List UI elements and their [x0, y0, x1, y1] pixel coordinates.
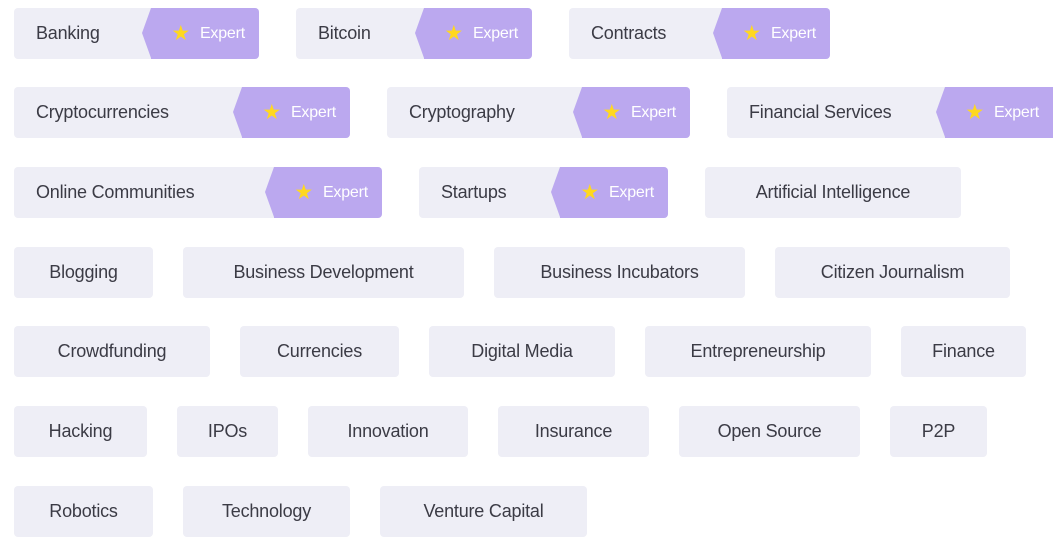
star-icon: ★ — [294, 180, 313, 204]
badge-label: Expert — [770, 24, 816, 42]
tag-venture-capital[interactable]: Venture Capital — [380, 486, 587, 537]
tag-robotics[interactable]: Robotics — [14, 486, 153, 537]
tag-startups[interactable]: Startups ★ Expert — [419, 167, 668, 218]
expert-badge: ★ Expert — [265, 167, 382, 218]
tag-currencies[interactable]: Currencies — [240, 326, 399, 377]
expert-badge: ★ Expert — [142, 8, 259, 59]
tag-finance[interactable]: Finance — [901, 326, 1026, 377]
tag-label: Bitcoin — [318, 23, 371, 43]
tag-banking[interactable]: Banking ★ Expert — [14, 8, 259, 59]
tag-innovation[interactable]: Innovation — [308, 406, 468, 457]
tag-label: P2P — [921, 421, 956, 441]
expert-badge: ★ Expert — [936, 87, 1053, 138]
star-icon: ★ — [444, 21, 463, 45]
tag-label: Currencies — [276, 341, 363, 361]
badge-label: Expert — [199, 24, 245, 42]
badge-label: Expert — [472, 24, 518, 42]
tag-artificial-intelligence[interactable]: Artificial Intelligence — [705, 167, 961, 218]
tag-label: Banking — [36, 23, 100, 43]
tag-label: Venture Capital — [423, 501, 544, 521]
tag-insurance[interactable]: Insurance — [498, 406, 649, 457]
tag-label: Citizen Journalism — [820, 262, 965, 282]
expert-badge: ★ Expert — [713, 8, 830, 59]
tag-online-communities[interactable]: Online Communities ★ Expert — [14, 167, 382, 218]
tag-label: Contracts — [591, 23, 667, 43]
expert-badge: ★ Expert — [551, 167, 668, 218]
tag-label: Innovation — [347, 421, 429, 441]
tag-label: Insurance — [534, 421, 613, 441]
tag-technology[interactable]: Technology — [183, 486, 350, 537]
tag-crowdfunding[interactable]: Crowdfunding — [14, 326, 210, 377]
badge-label: Expert — [322, 183, 368, 201]
tag-label: Finance — [932, 341, 995, 361]
tag-label: Business Incubators — [540, 262, 699, 282]
tag-open-source[interactable]: Open Source — [679, 406, 860, 457]
tag-label: Digital Media — [471, 341, 573, 361]
tag-entrepreneurship[interactable]: Entrepreneurship — [645, 326, 871, 377]
tag-label: Open Source — [717, 421, 822, 441]
tag-business-development[interactable]: Business Development — [183, 247, 464, 298]
tag-contracts[interactable]: Contracts ★ Expert — [569, 8, 830, 59]
tag-cryptography[interactable]: Cryptography ★ Expert — [387, 87, 690, 138]
expert-badge: ★ Expert — [233, 87, 350, 138]
tag-label: Startups — [441, 182, 507, 202]
tag-citizen-journalism[interactable]: Citizen Journalism — [775, 247, 1010, 298]
tag-label: Entrepreneurship — [690, 341, 826, 361]
badge-label: Expert — [993, 103, 1039, 121]
star-icon: ★ — [742, 21, 761, 45]
tag-cryptocurrencies[interactable]: Cryptocurrencies ★ Expert — [14, 87, 350, 138]
tag-financial-services[interactable]: Financial Services ★ Expert — [727, 87, 1053, 138]
badge-label: Expert — [608, 183, 654, 201]
expert-badge: ★ Expert — [573, 87, 690, 138]
tag-label: Crowdfunding — [57, 341, 167, 361]
star-icon: ★ — [965, 100, 984, 124]
tag-p2p[interactable]: P2P — [890, 406, 987, 457]
tag-label: Technology — [221, 501, 312, 521]
badge-label: Expert — [630, 103, 676, 121]
tag-label: Robotics — [49, 501, 118, 521]
tag-label: Hacking — [48, 421, 113, 441]
tag-label: Cryptography — [409, 102, 515, 122]
tag-label: Online Communities — [36, 182, 195, 202]
tag-label: Cryptocurrencies — [36, 102, 169, 122]
star-icon: ★ — [580, 180, 599, 204]
badge-label: Expert — [290, 103, 336, 121]
tag-label: Financial Services — [749, 102, 892, 122]
tag-label: Artificial Intelligence — [755, 182, 911, 202]
star-icon: ★ — [262, 100, 281, 124]
tag-hacking[interactable]: Hacking — [14, 406, 147, 457]
tag-blogging[interactable]: Blogging — [14, 247, 153, 298]
tag-label: IPOs — [207, 421, 248, 441]
star-icon: ★ — [602, 100, 621, 124]
tag-label: Blogging — [49, 262, 118, 282]
tag-ipos[interactable]: IPOs — [177, 406, 278, 457]
star-icon: ★ — [171, 21, 190, 45]
tag-digital-media[interactable]: Digital Media — [429, 326, 615, 377]
expert-badge: ★ Expert — [415, 8, 532, 59]
tag-business-incubators[interactable]: Business Incubators — [494, 247, 745, 298]
tag-label: Business Development — [233, 262, 414, 282]
tag-bitcoin[interactable]: Bitcoin ★ Expert — [296, 8, 532, 59]
